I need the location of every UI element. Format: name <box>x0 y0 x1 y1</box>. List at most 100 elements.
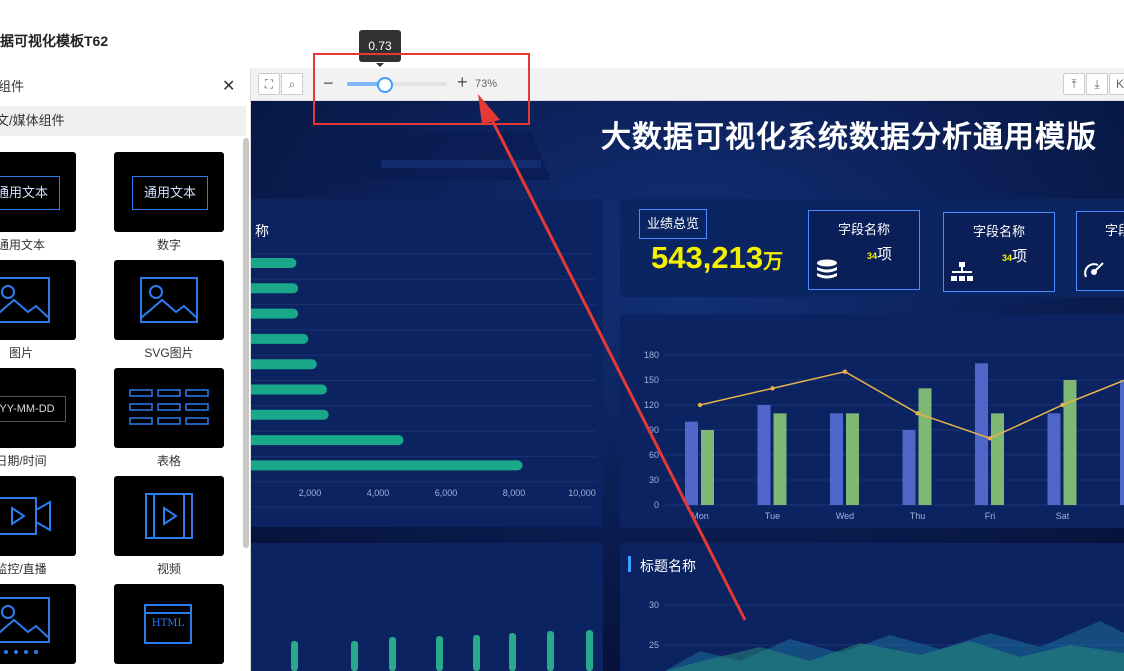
bar <box>251 359 317 370</box>
bottom-left-chart <box>291 630 593 671</box>
satellite-icon <box>1084 262 1104 278</box>
category-label: Sat <box>1056 511 1070 521</box>
bar <box>251 435 404 446</box>
field-name: 字段名称 <box>972 224 1025 239</box>
bar-series-2 <box>918 388 932 505</box>
bar-chart-card: 称 2,000 4,000 6,000 8,000 10,000 <box>251 199 603 527</box>
kpi-unit: 万 <box>763 251 784 273</box>
bar-series-2 <box>701 430 714 505</box>
bar-series-2 <box>773 413 787 505</box>
bar <box>251 460 523 471</box>
kpi-number: 543,213 <box>651 240 764 275</box>
bar-series-2 <box>991 413 1004 505</box>
bar-series-2 <box>846 413 859 505</box>
category-label: Wed <box>836 511 854 521</box>
database-icon <box>817 259 837 279</box>
kpi-value: 543,213万 <box>651 240 783 276</box>
component-table[interactable]: 表格 <box>114 368 224 468</box>
expand-icon[interactable]: K <box>1109 73 1124 95</box>
line-point <box>1060 402 1065 408</box>
component-label: 数字 <box>156 238 181 252</box>
close-icon[interactable]: ✕ <box>222 68 235 106</box>
text-box-icon: 通用文本 <box>114 152 224 232</box>
app-title: 据可视化模板T62 <box>0 33 109 49</box>
category-header[interactable]: 文/媒体组件 <box>0 106 246 136</box>
bar-series-1 <box>1120 380 1124 505</box>
area-chart-card: 标题名称 25 30 <box>620 543 1124 671</box>
bookmarks-bar <box>0 0 1124 14</box>
fullscreen-icon[interactable]: ⛶ <box>258 73 280 95</box>
field-unit: 项 <box>877 246 893 263</box>
kpi-title: 业绩总览 <box>639 209 707 239</box>
align-top-icon[interactable]: ⤒ <box>1063 73 1085 95</box>
tick-label: 180 <box>644 350 659 360</box>
field-name: 字段名称 <box>837 222 890 237</box>
panel-scrollbar[interactable] <box>243 138 249 548</box>
category-label: Thu <box>910 511 926 521</box>
component-svg-image[interactable]: SVG图片 <box>114 260 224 360</box>
search-icon[interactable]: ⌕ <box>281 73 303 95</box>
line-point <box>770 386 775 391</box>
component-label: 视频 <box>156 562 181 576</box>
field-name: 字段 <box>1105 223 1124 238</box>
field-unit: 项 <box>1012 248 1028 265</box>
component-date[interactable]: YY-MM-DD 日期/时间 <box>0 368 76 468</box>
component-label: 表格 <box>156 454 181 468</box>
tick-label: 120 <box>644 400 659 410</box>
component-label: 日期/时间 <box>0 454 47 468</box>
component-html[interactable]: HTML <box>114 584 224 664</box>
table-icon <box>114 368 224 448</box>
bar <box>251 333 309 344</box>
tick-label: 4,000 <box>367 488 390 498</box>
tick-label: 90 <box>649 425 659 435</box>
component-label: 通用文本 <box>0 238 45 252</box>
camera-icon <box>0 476 76 556</box>
category-label: Mon <box>691 511 709 521</box>
component-video[interactable]: 视频 <box>114 476 224 576</box>
tick-label: 8,000 <box>503 488 526 498</box>
field-value: 34项 <box>867 243 892 264</box>
category-label: Fri <box>985 511 996 521</box>
field-card-1: 字段名称 34项 <box>808 210 920 290</box>
bar <box>251 283 299 294</box>
line-point <box>842 369 848 374</box>
tick-label: 60 <box>649 450 659 460</box>
area-chart: 25 30 <box>649 600 1124 671</box>
bar <box>251 409 329 420</box>
carousel-icon <box>0 584 76 664</box>
panel-title: 组件 <box>0 79 25 94</box>
tick-label: 30 <box>649 475 659 485</box>
component-number[interactable]: 通用文本 数字 <box>114 152 224 252</box>
image-icon <box>114 260 224 340</box>
bar <box>251 308 299 319</box>
tick-label: 2,000 <box>299 488 322 498</box>
annotation-box <box>313 53 530 125</box>
bar <box>251 258 297 268</box>
tick-label: 150 <box>644 375 659 385</box>
thumb-preview: 通用文本 <box>132 176 208 210</box>
bar-series-1 <box>830 413 843 505</box>
tick-label: 10,000 <box>568 488 596 498</box>
component-image[interactable]: 图片 <box>0 260 76 360</box>
component-carousel[interactable] <box>0 584 76 664</box>
html-icon: HTML <box>114 584 224 664</box>
org-chart-icon <box>951 262 973 281</box>
component-label: 图片 <box>8 346 33 360</box>
category-label: 文/媒体组件 <box>0 113 65 128</box>
align-bottom-icon[interactable]: ⤓ <box>1086 73 1108 95</box>
field-badge: 34 <box>1002 253 1013 263</box>
component-text[interactable]: 通用文本 通用文本 <box>0 152 76 252</box>
bar <box>251 384 327 395</box>
date-icon: YY-MM-DD <box>0 368 76 448</box>
component-monitor[interactable]: 监控/直播 <box>0 476 76 576</box>
text-box-icon: 通用文本 <box>0 152 76 232</box>
field-value: 34项 <box>1002 245 1027 266</box>
line-point <box>697 402 703 408</box>
bar-line-chart: 0 30 60 90 120 150 180 Mon Tue Wed Thu Fri Sat <box>644 350 1124 521</box>
video-icon <box>114 476 224 556</box>
field-card-3: 字段 <box>1076 211 1124 291</box>
field-badge: 34 <box>867 251 878 261</box>
component-panel: 组件 ✕ 文/媒体组件 通用文本 通用文本 通用文本 数字 图片 SVG图片 Y… <box>0 68 251 671</box>
bottom-left-card <box>251 543 603 671</box>
tick-label: 30 <box>649 600 659 610</box>
